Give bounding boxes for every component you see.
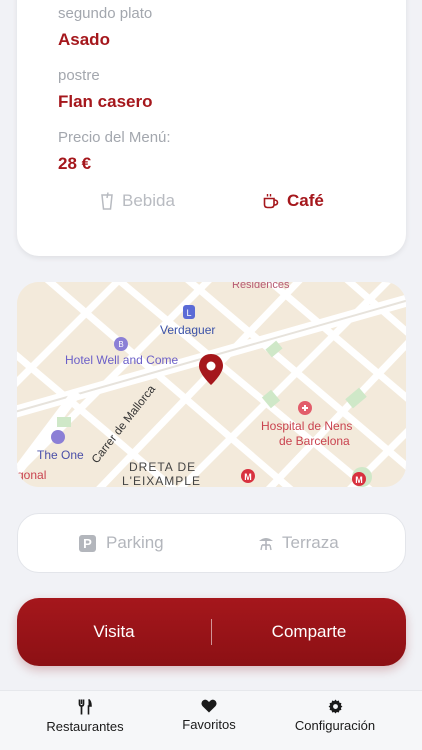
tab-configuracion[interactable]: Configuración (287, 699, 383, 733)
parking-icon: P (79, 534, 96, 552)
terrace-icon (259, 538, 273, 551)
visit-button[interactable]: Visita (17, 598, 211, 666)
tab-bar: Restaurantes Favoritos Configuración (0, 690, 422, 750)
amenity-label: Parking (106, 533, 164, 552)
tab-label: Configuración (294, 718, 376, 733)
price-label: Precio del Menú: (58, 129, 171, 146)
heart-icon (201, 699, 217, 713)
map-label-gonal: gonal (17, 468, 46, 482)
course-value: Asado (58, 30, 110, 49)
tab-label: Restaurantes (46, 719, 124, 734)
tab-favoritos[interactable]: Favoritos (172, 699, 246, 732)
action-bar: Visita Comparte (17, 598, 406, 666)
course-second: segundo plato Asado (58, 5, 152, 50)
amenity-terrace: Terraza (258, 514, 339, 572)
amenity-label: Terraza (282, 533, 339, 552)
map-label-dreta: DRETA DE (129, 460, 196, 474)
cup-icon (101, 192, 113, 210)
share-button[interactable]: Comparte (212, 598, 406, 666)
map-label-residences: Residences (232, 282, 290, 291)
metro-icon-2-glyph: M (355, 475, 363, 485)
drink-bebida: Bebida (100, 191, 175, 211)
map-label-hospital-2: de Barcelona (279, 434, 350, 448)
tab-label: Favoritos (182, 717, 236, 732)
fork-knife-icon (78, 699, 92, 715)
course-value: Flan casero (58, 92, 153, 111)
coffee-icon (263, 194, 279, 209)
gear-icon (328, 699, 342, 714)
hotel-icon-glyph: B (118, 340, 123, 349)
drinks-row: Bebida Café (17, 191, 406, 217)
drink-label: Bebida (122, 191, 175, 210)
map-label-hotel: Hotel Well and Come (65, 353, 178, 367)
amenity-parking: P Parking (79, 514, 164, 572)
drink-cafe: Café (263, 191, 324, 211)
menu-price: Precio del Menú: 28 € (58, 129, 171, 174)
price-value: 28 € (58, 154, 92, 173)
map-label-verdaguer: Verdaguer (160, 323, 215, 337)
map-view[interactable]: Residences L Verdaguer B Hotel Well and … (17, 282, 406, 487)
amenities-card: P Parking Terraza (17, 513, 406, 573)
metro-icon-glyph: M (244, 472, 252, 482)
course-label: postre (58, 67, 100, 84)
transit-icon-glyph: L (186, 308, 191, 318)
map-label-eixample: L'EIXAMPLE (122, 474, 201, 487)
map-label-the-one: The One (37, 448, 84, 462)
course-label: segundo plato (58, 5, 153, 22)
map-label-hospital: Hospital de Nens (261, 419, 352, 433)
menu-card: segundo plato Asado postre Flan casero P… (17, 0, 406, 256)
drink-label: Café (287, 191, 324, 210)
tab-restaurantes[interactable]: Restaurantes (42, 699, 128, 734)
course-dessert: postre Flan casero (58, 67, 153, 112)
map-canvas: Residences L Verdaguer B Hotel Well and … (17, 282, 406, 487)
hotel-icon-2 (51, 430, 65, 444)
